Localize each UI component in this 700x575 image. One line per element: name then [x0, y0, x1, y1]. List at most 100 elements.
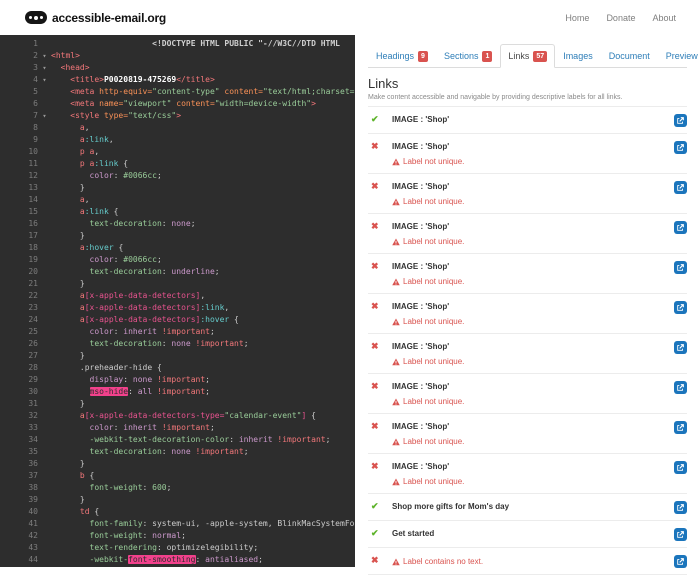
tab-preview[interactable]: Preview [658, 44, 700, 68]
open-link-button[interactable] [674, 421, 687, 434]
fold-arrow-icon[interactable] [38, 422, 51, 434]
tab-headings[interactable]: Headings 9 [368, 44, 436, 68]
fold-arrow-icon[interactable] [38, 122, 51, 134]
code-line: 20 text-decoration: underline; [0, 266, 355, 278]
tab-bar: Headings 9 Sections 1 Links 57 Images Document P… [368, 44, 698, 68]
fold-arrow-icon[interactable] [38, 362, 51, 374]
fold-arrow-icon[interactable]: ▾ [38, 62, 51, 74]
fold-arrow-icon[interactable]: ▾ [38, 110, 51, 122]
fold-arrow-icon[interactable] [38, 314, 51, 326]
fold-arrow-icon[interactable] [38, 446, 51, 458]
fold-arrow-icon[interactable] [38, 326, 51, 338]
open-link-button[interactable] [674, 341, 687, 354]
code-editor[interactable]: 1 <!DOCTYPE HTML PUBLIC "-//W3C//DTD HTM… [0, 35, 355, 567]
code-line: 25 color: inherit !important; [0, 326, 355, 338]
fold-arrow-icon[interactable] [38, 290, 51, 302]
line-number: 10 [28, 147, 38, 156]
fold-arrow-icon[interactable] [38, 146, 51, 158]
code-text: color: #0066cc; [89, 255, 162, 264]
fold-arrow-icon[interactable] [38, 230, 51, 242]
line-number: 26 [28, 339, 38, 348]
fold-arrow-icon[interactable] [38, 194, 51, 206]
fold-arrow-icon[interactable] [38, 242, 51, 254]
external-link-icon [677, 344, 684, 351]
code-line: 44 -webkit-font-smoothing: antialiased; [0, 554, 355, 566]
open-link-button[interactable] [674, 181, 687, 194]
link-label: IMAGE : 'Shop' [392, 115, 450, 124]
fold-arrow-icon[interactable] [38, 542, 51, 554]
fold-arrow-icon[interactable] [38, 38, 51, 50]
fold-arrow-icon[interactable] [38, 170, 51, 182]
nav-link-about[interactable]: About [652, 13, 676, 23]
link-label: IMAGE : 'Shop' [392, 462, 450, 471]
warning-triangle-icon [392, 198, 400, 205]
fold-arrow-icon[interactable] [38, 530, 51, 542]
code-line: 32 a[x-apple-data-detectors-type="calend… [0, 410, 355, 422]
fold-arrow-icon[interactable] [38, 182, 51, 194]
open-link-button[interactable] [674, 221, 687, 234]
fold-arrow-icon[interactable] [38, 470, 51, 482]
code-line: 17 } [0, 230, 355, 242]
code-text: color: inherit !important; [89, 327, 215, 336]
external-link-icon [677, 144, 684, 151]
open-link-button[interactable] [674, 528, 687, 541]
x-icon: ✖ [371, 141, 379, 151]
brand[interactable]: accessible-email.org [25, 11, 166, 25]
open-link-button[interactable] [674, 501, 687, 514]
x-icon: ✖ [371, 341, 379, 351]
line-number: 8 [33, 123, 38, 132]
link-row-body: IMAGE : 'Shop' Label not unique. [392, 301, 674, 327]
code-line: 33 color: inherit !important; [0, 422, 355, 434]
fold-arrow-icon[interactable] [38, 134, 51, 146]
warning-text: Label not unique. [403, 357, 465, 366]
line-number: 13 [28, 183, 38, 192]
fold-arrow-icon[interactable] [38, 158, 51, 170]
fold-arrow-icon[interactable] [38, 398, 51, 410]
link-row: ✖ IMAGE : 'Shop' Label not unique. [368, 174, 687, 214]
tab-document[interactable]: Document [601, 44, 658, 68]
code-line: 5 <meta http-equiv="content-type" conten… [0, 86, 355, 98]
fold-arrow-icon[interactable] [38, 482, 51, 494]
fold-arrow-icon[interactable] [38, 254, 51, 266]
open-link-button[interactable] [674, 381, 687, 394]
line-number: 17 [28, 231, 38, 240]
nav-link-donate[interactable]: Donate [606, 13, 635, 23]
fold-arrow-icon[interactable] [38, 98, 51, 110]
fold-arrow-icon[interactable] [38, 302, 51, 314]
fold-arrow-icon[interactable] [38, 554, 51, 566]
fold-arrow-icon[interactable] [38, 434, 51, 446]
link-row: ✔ IMAGE : 'Shop' [368, 107, 687, 134]
line-number: 9 [33, 135, 38, 144]
fold-arrow-icon[interactable] [38, 206, 51, 218]
fold-arrow-icon[interactable] [38, 386, 51, 398]
external-link-icon [677, 264, 684, 271]
fold-arrow-icon[interactable]: ▾ [38, 50, 51, 62]
fold-arrow-icon[interactable] [38, 458, 51, 470]
open-link-button[interactable] [674, 555, 687, 568]
open-link-button[interactable] [674, 461, 687, 474]
open-link-button[interactable] [674, 261, 687, 274]
fold-arrow-icon[interactable] [38, 350, 51, 362]
fold-arrow-icon[interactable]: ▾ [38, 74, 51, 86]
tab-images[interactable]: Images [555, 44, 601, 68]
fold-arrow-icon[interactable] [38, 218, 51, 230]
fold-arrow-icon[interactable] [38, 86, 51, 98]
open-link-button[interactable] [674, 301, 687, 314]
open-link-button[interactable] [674, 114, 687, 127]
fold-arrow-icon[interactable] [38, 374, 51, 386]
tab-links[interactable]: Links 57 [500, 44, 556, 68]
fold-arrow-icon[interactable] [38, 494, 51, 506]
nav-link-home[interactable]: Home [565, 13, 589, 23]
fold-arrow-icon[interactable] [38, 506, 51, 518]
fold-arrow-icon[interactable] [38, 338, 51, 350]
fold-arrow-icon[interactable] [38, 410, 51, 422]
fold-arrow-icon[interactable] [38, 278, 51, 290]
code-text: .preheader-hide { [79, 363, 162, 372]
code-line: 4 ▾ <title>P0020819-475269</title> [0, 74, 355, 86]
tab-sections[interactable]: Sections 1 [436, 44, 500, 68]
fold-arrow-icon[interactable] [38, 266, 51, 278]
link-label: Shop more gifts for Mom's day [392, 502, 510, 511]
open-link-button[interactable] [674, 141, 687, 154]
line-number: 42 [28, 531, 38, 540]
fold-arrow-icon[interactable] [38, 518, 51, 530]
